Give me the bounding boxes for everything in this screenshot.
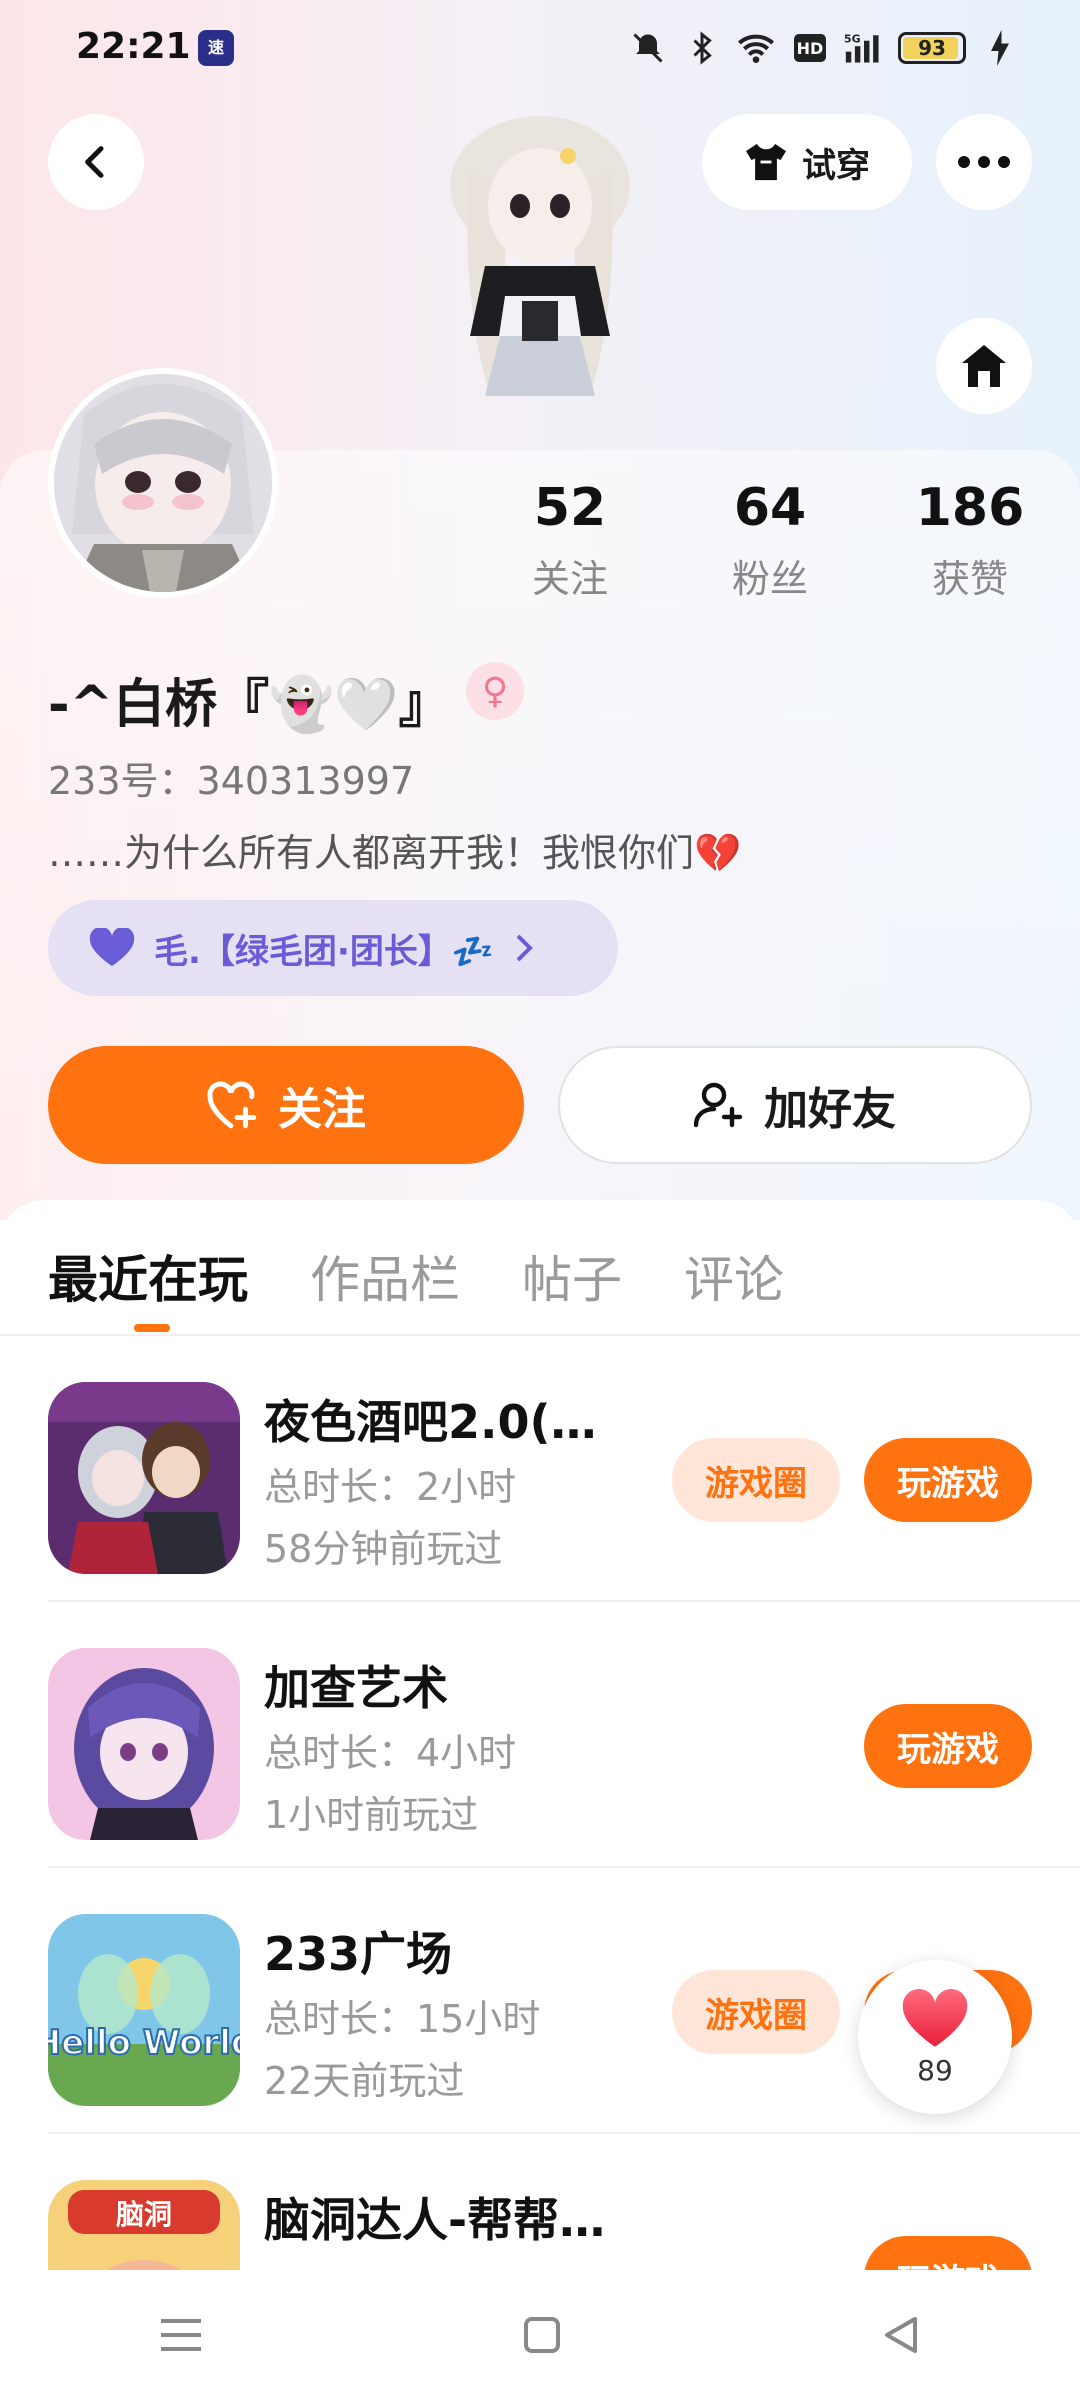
tab-posts[interactable]: 帖子 [522, 1240, 622, 1312]
home-icon [962, 345, 1006, 387]
play-game-button[interactable]: 玩游戏 [864, 2236, 1032, 2270]
tab-works[interactable]: 作品栏 [310, 1240, 460, 1312]
game-item[interactable]: 脑洞 脑洞达人-帮帮姐姐 玩游戏 [0, 2134, 1080, 2270]
username: -^白桥『👻🤍』 [48, 675, 451, 735]
svg-text:HD: HD [797, 39, 824, 58]
heart-icon [89, 928, 135, 966]
game-last-played: 22天前玩过 [264, 2059, 465, 2103]
female-gender-icon: ♀ [466, 662, 524, 720]
hd-icon: HD [790, 28, 830, 68]
stat-value: 52 [533, 478, 607, 538]
game-name: 加查艺术 [264, 1661, 448, 1715]
game-item[interactable]: 夜色酒吧2.0(测... 总时长：2小时 58分钟前玩过 游戏圈 玩游戏 [0, 1336, 1080, 1602]
follow-button[interactable]: 关注 [48, 1046, 524, 1164]
game-name: 夜色酒吧2.0(测... [264, 1395, 634, 1449]
tab-indicator [134, 1324, 170, 1332]
menu-icon[interactable] [159, 2315, 203, 2355]
user-id: 233号：340313997 [48, 759, 415, 803]
wifi-icon [736, 28, 776, 68]
game-last-played: 1小时前玩过 [264, 1793, 479, 1837]
home-square-icon[interactable] [522, 2315, 562, 2355]
bluetooth-icon [682, 28, 722, 68]
game-icon[interactable]: Hello World [48, 1914, 240, 2106]
game-last-played: 58分钟前玩过 [264, 1527, 503, 1571]
game-icon-text: Hello World [48, 2023, 240, 2063]
try-on-button[interactable]: 试穿 [702, 114, 912, 210]
follow-label: 关注 [278, 1084, 366, 1135]
system-nav-bar [0, 2270, 1080, 2400]
game-icon[interactable] [48, 1382, 240, 1574]
like-count: 89 [917, 2053, 953, 2087]
game-item[interactable]: 加查艺术 总时长：4小时 1小时前玩过 玩游戏 [0, 1602, 1080, 1868]
signal-5g-icon: 5G [844, 28, 884, 68]
avatar-3d-figure[interactable] [440, 96, 640, 446]
game-duration: 总时长：2小时 [264, 1465, 517, 1509]
game-icon[interactable] [48, 1648, 240, 1840]
back-button[interactable] [48, 114, 144, 210]
play-game-button[interactable]: 玩游戏 [864, 1438, 1032, 1522]
game-name: 脑洞达人-帮帮姐姐 [264, 2193, 634, 2247]
game-circle-button[interactable]: 游戏圈 [672, 1970, 840, 2054]
tshirt-icon [746, 143, 786, 181]
stat-value: 64 [733, 478, 807, 538]
app-notification-icon: 速 [198, 30, 234, 66]
stat-likes[interactable]: 186 获赞 [870, 478, 1070, 603]
guild-badge[interactable]: 毛.【绿毛团·团长】💤 [48, 900, 618, 996]
stat-label: 获赞 [931, 557, 1008, 601]
stat-value: 186 [915, 478, 1025, 538]
like-floating-button[interactable]: 89 [858, 1960, 1012, 2114]
more-button[interactable] [936, 114, 1032, 210]
game-circle-button[interactable]: 游戏圈 [672, 1438, 840, 1522]
back-triangle-icon[interactable] [881, 2315, 921, 2355]
chevron-left-icon [85, 146, 104, 178]
try-on-label: 试穿 [802, 145, 870, 186]
game-name: 233广场 [264, 1927, 453, 1981]
stat-label: 粉丝 [731, 557, 808, 601]
add-user-icon [694, 1082, 743, 1128]
more-dots-icon [958, 156, 1010, 168]
game-icon[interactable]: 脑洞 [48, 2180, 240, 2270]
status-time: 22:21 [76, 26, 191, 67]
tab-recently-played[interactable]: 最近在玩 [48, 1240, 248, 1312]
stat-label: 关注 [531, 557, 608, 601]
avatar[interactable] [48, 368, 278, 598]
guild-label: 毛.【绿毛团·团长】💤 [154, 931, 495, 972]
stat-following[interactable]: 52 关注 [470, 478, 670, 603]
bio: ……为什么所有人都离开我！我恨你们💔 [48, 831, 742, 875]
battery-level: 93 [918, 36, 946, 60]
battery-icon: 93 [898, 32, 966, 64]
mute-icon [628, 28, 668, 68]
status-bar: 22:21 速 HD 5G 93 [0, 0, 1080, 96]
tab-comments[interactable]: 评论 [684, 1240, 784, 1312]
game-duration: 总时长：15小时 [264, 1997, 541, 2041]
play-game-button[interactable]: 玩游戏 [864, 1704, 1032, 1788]
game-list: 夜色酒吧2.0(测... 总时长：2小时 58分钟前玩过 游戏圈 玩游戏 加查艺… [0, 1336, 1080, 2270]
svg-text:5G: 5G [844, 33, 861, 46]
add-friend-label: 加好友 [764, 1084, 896, 1135]
add-friend-button[interactable]: 加好友 [558, 1046, 1032, 1164]
chevron-right-icon [516, 934, 534, 962]
stats-bar: 52 关注 64 粉丝 186 获赞 [470, 478, 1070, 603]
heart-icon [902, 1988, 968, 2047]
tab-bar: 最近在玩 作品栏 帖子 评论 [48, 1240, 784, 1312]
game-duration: 总时长：4小时 [264, 1731, 517, 1775]
home-button[interactable] [936, 318, 1032, 414]
heart-plus-icon [207, 1081, 257, 1129]
game-icon-text: 脑洞 [116, 2198, 172, 2231]
status-icons: HD 5G 93 [628, 24, 1020, 72]
charging-icon [980, 28, 1020, 68]
stat-fans[interactable]: 64 粉丝 [670, 478, 870, 603]
